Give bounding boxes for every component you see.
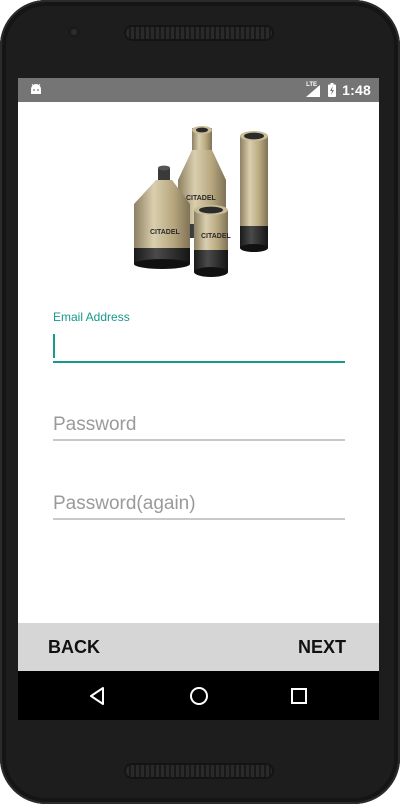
- status-time: 1:48: [342, 82, 371, 98]
- email-input[interactable]: [53, 332, 345, 360]
- action-bar: BACK NEXT: [18, 623, 379, 671]
- front-camera: [68, 26, 80, 38]
- nav-back-button[interactable]: [68, 671, 128, 720]
- triangle-back-icon: [90, 686, 104, 705]
- brand-text: CITADEL: [150, 229, 181, 236]
- password-again-input[interactable]: [53, 491, 345, 517]
- nav-home-button[interactable]: [169, 671, 229, 720]
- nav-recents-button[interactable]: [269, 671, 329, 720]
- square-recents-icon: [291, 687, 307, 704]
- phone-frame: LTE 1:48 CITADEL CITADEL CITADEL Email A…: [0, 0, 400, 804]
- earpiece-speaker: [126, 27, 272, 39]
- password-underline: [53, 439, 345, 441]
- back-button[interactable]: BACK: [48, 623, 100, 671]
- email-field-label: Email Address: [53, 310, 130, 324]
- android-notification-icon: [31, 84, 41, 94]
- next-button[interactable]: NEXT: [298, 623, 346, 671]
- brand-text: CITADEL: [186, 195, 217, 202]
- signal-strength-icon: LTE: [306, 82, 322, 97]
- app-screen: LTE 1:48 CITADEL CITADEL CITADEL Email A…: [18, 78, 379, 720]
- password-field-group: [53, 410, 345, 442]
- circle-home-icon: [190, 686, 208, 705]
- email-field-group: Email Address: [53, 310, 345, 364]
- status-bar: LTE 1:48: [18, 78, 379, 102]
- email-underline: [53, 361, 345, 363]
- bottom-speaker: [126, 765, 272, 777]
- battery-charging-icon: [328, 83, 337, 97]
- brand-text: CITADEL: [201, 233, 232, 240]
- password-again-field-group: [53, 489, 345, 521]
- password-again-underline: [53, 518, 345, 520]
- password-input[interactable]: [53, 412, 345, 438]
- citadel-products-image: CITADEL CITADEL CITADEL: [134, 126, 268, 277]
- system-navigation-bar: [18, 671, 379, 720]
